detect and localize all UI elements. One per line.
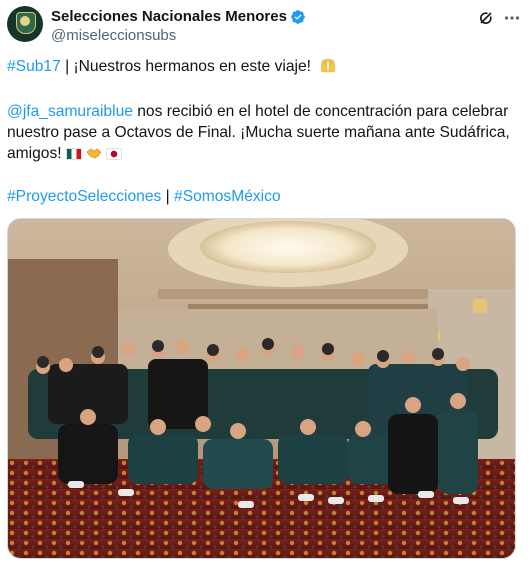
avatar[interactable] xyxy=(7,6,43,42)
grok-icon[interactable] xyxy=(476,8,496,28)
hashtag-sub17[interactable]: #Sub17 xyxy=(7,58,61,75)
japan-flag-icon xyxy=(105,148,122,160)
author-handle[interactable]: @miseleccionsubs xyxy=(51,27,176,45)
post-text-paragraph-2: @jfa_samuraiblue nos recibió en el hotel… xyxy=(7,101,520,164)
post-hashtags: #ProyectoSelecciones | #SomosMéxico xyxy=(7,186,520,207)
hashtag-separator: | xyxy=(161,188,175,205)
handshake-icon xyxy=(86,148,102,159)
crest-emblem-icon xyxy=(20,16,30,26)
post-header: Selecciones Nacionales Menores @miselecc… xyxy=(7,6,522,46)
raising-hands-icon xyxy=(319,56,337,80)
hashtag-somosmexico[interactable]: #SomosMéxico xyxy=(174,188,281,205)
team-group-photo xyxy=(8,219,515,558)
mention-jfa-samuraiblue[interactable]: @jfa_samuraiblue xyxy=(7,103,133,120)
hashtag-proyectoselecciones[interactable]: #ProyectoSelecciones xyxy=(7,188,161,205)
author-name-row: Selecciones Nacionales Menores xyxy=(51,8,306,26)
more-icon[interactable] xyxy=(502,8,522,28)
author-display-name[interactable]: Selecciones Nacionales Menores xyxy=(51,8,287,26)
mexico-flag-icon xyxy=(65,148,82,160)
post-text-line-1: #Sub17 | ¡Nuestros hermanos en este viaj… xyxy=(7,56,520,80)
post-line1-text: | ¡Nuestros hermanos en este viaje! xyxy=(60,58,316,75)
post-photo[interactable] xyxy=(7,218,516,559)
verified-badge-icon xyxy=(291,10,305,24)
post-card: Selecciones Nacionales Menores @miselecc… xyxy=(0,0,532,571)
